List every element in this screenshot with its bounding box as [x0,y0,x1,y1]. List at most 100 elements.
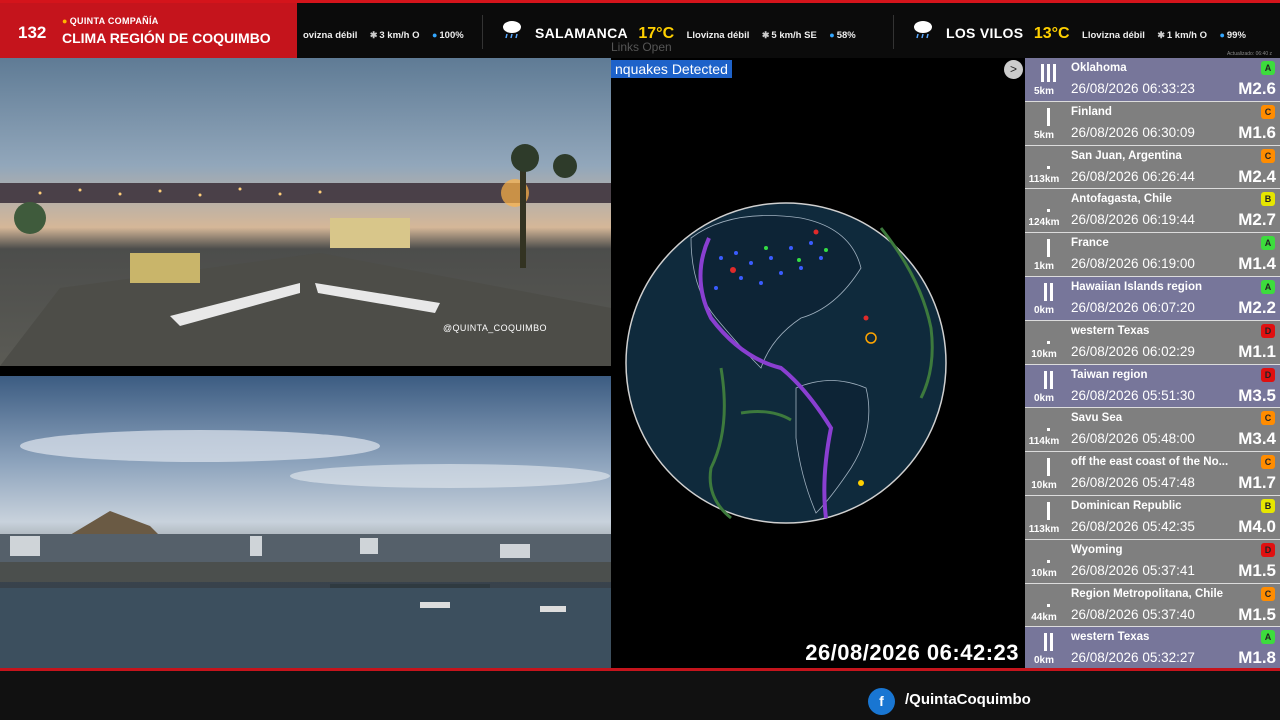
quake-magnitude: M1.8 [1238,648,1276,668]
quake-magnitude: M1.7 [1238,473,1276,493]
intensity-bars-icon [1037,458,1059,478]
bay-scene-image [0,430,611,668]
quake-magnitude: M2.7 [1238,210,1276,230]
quake-magnitude: M4.0 [1238,516,1276,536]
brand-block: 132 ● QUINTA COMPAÑÍA CLIMA REGIÓN DE COQ… [0,3,297,61]
quake-depth: 0km [1033,392,1054,404]
quake-grade-badge: A [1261,630,1275,645]
quake-place: Hawaiian Islands region [1071,280,1203,293]
quake-grade-badge: D [1261,542,1275,557]
weather-item-los-vilos: LOS VILOS 13°C Llovizna débil ✱ 1 km/h O … [914,21,1246,45]
intensity-bars-icon [1037,633,1059,653]
quake-place: Wyoming [1071,543,1123,556]
quake-row[interactable]: 5km Oklahoma 26/08/2026 06:33:23 M2.6 A [1025,58,1280,102]
quake-time: 26/08/2026 06:19:44 [1071,212,1195,228]
city-name: SALAMANCA [535,25,628,41]
quake-time: 26/08/2026 05:32:27 [1071,650,1195,666]
rain-cloud-icon [503,21,521,39]
quake-row[interactable]: 10km western Texas 26/08/2026 06:02:29 M1.1… [1025,320,1280,365]
quake-row[interactable]: 0km Hawaiian Islands region 26/08/2026 06:… [1025,276,1280,321]
quake-place: Oklahoma [1071,62,1127,74]
intensity-bars-icon [1037,370,1059,391]
quake-place: Antofagasta, Chile [1071,193,1172,206]
quake-place: western Texas [1071,324,1150,337]
camera-watermark: @QUINTA_COQUIMBO [443,323,547,333]
quake-grade-badge: A [1261,61,1275,75]
temperature: 13°C [1033,25,1070,42]
quake-magnitude: M2.4 [1238,166,1276,186]
quake-depth: 0km [1033,655,1054,667]
panel-gap [0,366,611,376]
camera-feed-bay [0,376,611,668]
intensity-bars-icon [1037,327,1059,347]
quake-time: 26/08/2026 05:47:48 [1071,475,1195,491]
intensity-bars-icon [1037,239,1059,259]
intensity-bars-icon [1037,501,1059,522]
intensity-bars-icon [1037,64,1059,84]
facebook-handle[interactable]: /QuintaCoquimbo [905,691,1031,708]
quake-grade-badge: C [1261,104,1275,119]
quake-magnitude: M1.4 [1238,254,1276,274]
weather-divider [893,15,894,49]
quake-time: 26/08/2026 06:19:00 [1071,256,1195,272]
quake-row[interactable]: 114km Savu Sea 26/08/2026 05:48:00 M3.4 C [1025,408,1280,453]
weather-item-partial: ovizna débil ✱ 3 km/h O ● 100% [303,30,464,41]
quake-time: 26/08/2026 05:48:00 [1071,431,1195,447]
quake-depth: 10km [1031,348,1057,360]
quake-depth: 10km [1031,480,1057,492]
quake-time: 26/08/2026 06:02:29 [1071,343,1195,359]
intensity-bars-icon [1037,414,1059,434]
quake-row[interactable]: 0km western Texas 26/08/2026 05:32:27 M1.8 A [1025,627,1280,672]
quake-time: 26/08/2026 06:07:20 [1071,299,1195,315]
quake-grade-badge: C [1261,455,1275,470]
quake-row[interactable]: 10km off the east coast of the No... 26/08… [1025,452,1280,496]
quake-depth: 10km [1031,567,1057,579]
quake-place: Savu Sea [1071,412,1123,425]
updated-timestamp: Actualizado: 06:40 z [1226,51,1272,57]
quake-magnitude: M3.5 [1238,385,1276,405]
quakes-detected-title: nquakes Detected [611,60,732,78]
facebook-icon[interactable]: f [868,688,895,715]
quake-place: western Texas [1071,631,1150,644]
quake-row[interactable]: 5km Finland 26/08/2026 06:30:09 M1.6 C [1025,101,1280,146]
map-clock: 26/08/2026 06:42:23 [805,640,1019,665]
quake-time: 26/08/2026 05:51:30 [1071,387,1195,403]
weather-item-salamanca: SALAMANCA 17°C Llovizna débil ✱ 5 km/h SE… [503,21,856,45]
quake-grade-badge: A [1261,279,1275,294]
quake-grade-badge: B [1261,498,1275,513]
earthquake-map-panel: Links Open nquakes Detected > 26/08/2026… [611,40,1025,668]
quake-magnitude: M1.5 [1238,560,1276,580]
quake-place: off the east coast of the No... [1071,456,1229,469]
quake-time: 26/08/2026 06:33:23 [1071,81,1195,96]
quake-grade-badge: D [1261,367,1275,382]
quake-depth: 124km [1028,217,1060,229]
quake-row[interactable]: 113km San Juan, Argentina 26/08/2026 06:26… [1025,145,1280,190]
intensity-bars-icon [1037,195,1059,215]
quake-row[interactable]: 124km Antofagasta, Chile 26/08/2026 06:19:… [1025,189,1280,234]
quake-place: Finland [1071,105,1112,118]
footer-bar: f /QuintaCoquimbo [0,668,1280,720]
city-name: LOS VILOS [946,25,1024,41]
browser-links-text: Links Open [611,40,672,54]
quake-grade-badge: C [1261,411,1275,426]
earth-globe-map [625,202,947,524]
intensity-bars-icon [1037,107,1059,128]
quake-magnitude: M1.5 [1238,604,1276,624]
quake-magnitude: M1.6 [1238,122,1276,142]
quake-time: 26/08/2026 05:42:35 [1071,518,1195,534]
quake-depth: 113km [1028,523,1060,535]
quake-row[interactable]: 113km Dominican Republic 26/08/2026 05:42:… [1025,495,1280,540]
quake-row[interactable]: 1km France 26/08/2026 06:19:00 M1.4 A [1025,233,1280,277]
quake-place: San Juan, Argentina [1071,149,1182,162]
quake-grade-badge: A [1261,236,1275,251]
quake-place: Taiwan region [1071,368,1148,381]
quake-row[interactable]: 44km Region Metropolitana, Chile 26/08/202… [1025,583,1280,628]
quake-grade-badge: D [1261,323,1275,338]
quake-depth: 5km [1033,86,1054,97]
quake-grade-badge: C [1261,586,1275,601]
quake-magnitude: M1.1 [1238,341,1276,361]
brand-subtitle: ● QUINTA COMPAÑÍA [62,16,159,26]
quake-row[interactable]: 10km Wyoming 26/08/2026 05:37:41 M1.5 D [1025,539,1280,584]
next-arrow-button[interactable]: > [1004,60,1023,79]
quake-row[interactable]: 0km Taiwan region 26/08/2026 05:51:30 M3.5 D [1025,364,1280,409]
